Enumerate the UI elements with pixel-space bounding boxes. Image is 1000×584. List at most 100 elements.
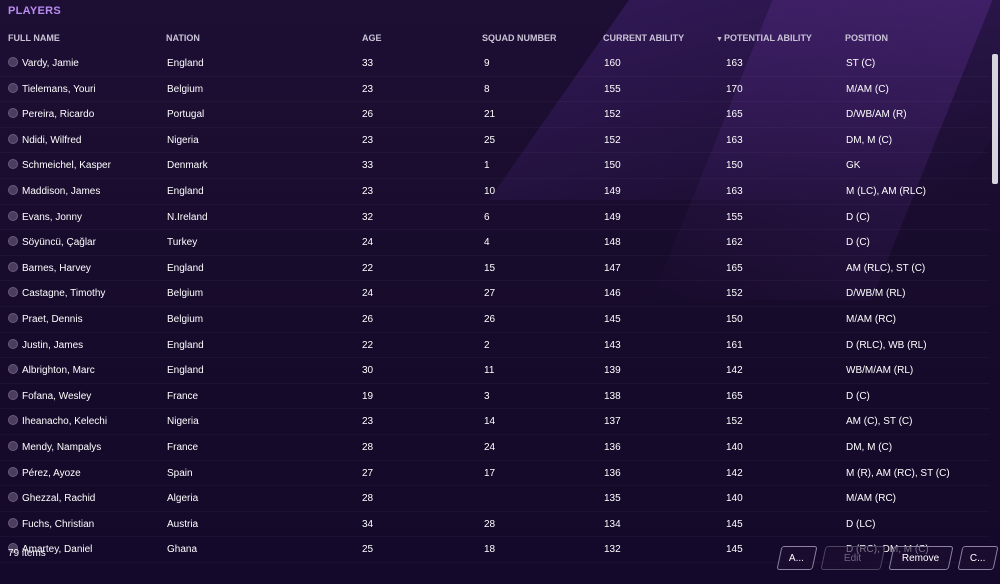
player-avatar-icon [8, 517, 18, 528]
column-header-nation[interactable]: NATION [166, 33, 200, 43]
player-name-cell[interactable]: Pereira, Ricardo [22, 109, 94, 120]
table-row[interactable]: Praet, Dennis Belgium 26 26 145 150 M/AM (RC) [0, 307, 990, 333]
column-header-age[interactable]: AGE [362, 33, 382, 43]
player-name-cell[interactable]: Ndidi, Wilfred [22, 135, 81, 146]
potential-ability-cell: 140 [726, 493, 743, 505]
potential-ability-cell: 163 [726, 58, 743, 69]
column-header-potential-ability[interactable]: ▼POTENTIAL ABILITY [716, 33, 812, 43]
edit-button-label: Edit [844, 552, 862, 564]
table-row[interactable]: Pérez, Ayoze Spain 27 17 136 142 M (R), AM (RC… [0, 461, 990, 487]
column-header-position[interactable]: POSITION [845, 33, 888, 43]
potential-ability-cell: 162 [726, 237, 743, 249]
player-name-cell[interactable]: Söyüncü, Çağlar [22, 237, 96, 248]
column-header-squad-number[interactable]: SQUAD NUMBER [482, 33, 557, 43]
current-ability-cell: 135 [604, 493, 621, 505]
nation-cell: N.Ireland [167, 211, 208, 223]
player-avatar-icon [8, 466, 18, 477]
table-row[interactable]: Mendy, Nampalys France 28 24 136 140 DM, M (C) [0, 435, 990, 461]
nation-cell: Belgium [167, 288, 204, 300]
table-row[interactable]: Fuchs, Christian Austria 34 28 134 145 D (LC) [0, 512, 990, 538]
age-cell: 23 [362, 416, 374, 428]
age-cell: 28 [362, 441, 374, 453]
table-row[interactable]: Albrighton, Marc England 30 11 139 142 WB/M/AM… [0, 358, 990, 384]
player-name-cell[interactable]: Praet, Dennis [22, 314, 83, 325]
player-name-cell[interactable]: Fofana, Wesley [22, 391, 91, 402]
table-row[interactable]: Barnes, Harvey England 22 15 147 165 AM (RLC),… [0, 256, 990, 282]
squad-number-cell: 27 [484, 288, 496, 300]
current-ability-cell: 136 [604, 441, 621, 453]
position-cell: M (R), AM (RC), ST (C) [846, 467, 950, 479]
table-row[interactable]: Vardy, Jamie England 33 9 160 163 ST (C) [0, 51, 990, 77]
position-cell: D/WB/M (RL) [846, 288, 906, 300]
potential-ability-cell: 145 [726, 518, 743, 530]
more-button[interactable]: C... [957, 546, 999, 570]
player-avatar-icon [8, 57, 18, 67]
table-row[interactable]: Tielemans, Youri Belgium 23 8 155 170 M/AM (C) [0, 77, 990, 103]
nation-cell: Denmark [167, 160, 208, 172]
table-row[interactable]: Ghezzal, Rachid Algeria 28 135 140 M/AM (RC) [0, 486, 990, 512]
column-header-full-name[interactable]: FULL NAME [8, 33, 60, 43]
squad-number-cell: 24 [484, 441, 496, 453]
scrollbar[interactable] [992, 54, 998, 184]
player-name-cell[interactable]: Vardy, Jamie [22, 58, 79, 69]
squad-number-cell: 17 [484, 467, 496, 479]
add-button[interactable]: A... [776, 546, 818, 570]
current-ability-cell: 136 [604, 467, 621, 479]
table-row[interactable]: Fofana, Wesley France 19 3 138 165 D (C) [0, 384, 990, 410]
player-name-cell[interactable]: Castagne, Timothy [22, 288, 105, 299]
nation-cell: Nigeria [167, 416, 199, 428]
player-name-cell[interactable]: Barnes, Harvey [22, 263, 91, 274]
player-name-cell[interactable]: Fuchs, Christian [22, 519, 94, 530]
potential-ability-cell: 165 [726, 262, 743, 274]
table-row[interactable]: Iheanacho, Kelechi Nigeria 23 14 137 152 AM (C… [0, 409, 990, 435]
table-row[interactable]: Pereira, Ricardo Portugal 26 21 152 165 D/WB/A… [0, 102, 990, 128]
table-row[interactable]: Castagne, Timothy Belgium 24 27 146 152 D/WB/M… [0, 281, 990, 307]
nation-cell: England [167, 262, 204, 274]
age-cell: 24 [362, 288, 374, 300]
player-name-cell[interactable]: Maddison, James [22, 186, 100, 197]
nation-cell: Belgium [167, 83, 204, 95]
squad-number-cell: 25 [484, 134, 496, 146]
current-ability-cell: 152 [604, 109, 621, 121]
potential-ability-cell: 161 [726, 339, 743, 351]
player-avatar-icon [8, 312, 18, 323]
table-row[interactable]: Maddison, James England 23 10 149 163 M (LC), … [0, 179, 990, 205]
table-row[interactable]: Söyüncü, Çağlar Turkey 24 4 148 162 D (C) [0, 230, 990, 256]
edit-button[interactable]: Edit [820, 546, 886, 570]
age-cell: 22 [362, 339, 374, 351]
add-button-label: A... [789, 552, 805, 564]
current-ability-cell: 147 [604, 262, 621, 274]
player-name-cell[interactable]: Schmeichel, Kasper [22, 160, 111, 171]
table-row[interactable]: Evans, Jonny N.Ireland 32 6 149 155 D (C) [0, 205, 990, 231]
position-cell: M/AM (RC) [846, 493, 896, 505]
player-name-cell[interactable]: Ghezzal, Rachid [22, 493, 95, 504]
position-cell: AM (RLC), ST (C) [846, 262, 926, 274]
player-avatar-icon [8, 133, 18, 144]
nation-cell: Nigeria [167, 134, 199, 146]
player-name-cell[interactable]: Tielemans, Youri [22, 84, 96, 95]
player-name-cell[interactable]: Evans, Jonny [22, 212, 82, 223]
column-header-current-ability[interactable]: CURRENT ABILITY [603, 33, 684, 43]
player-name-cell[interactable]: Mendy, Nampalys [22, 442, 101, 453]
current-ability-cell: 146 [604, 288, 621, 300]
age-cell: 32 [362, 211, 374, 223]
player-name-cell[interactable]: Pérez, Ayoze [22, 468, 81, 479]
table-row[interactable]: Ndidi, Wilfred Nigeria 23 25 152 163 DM, M (C) [0, 128, 990, 154]
remove-button[interactable]: Remove [888, 546, 954, 570]
player-avatar-icon [8, 82, 18, 93]
player-avatar-icon [8, 261, 18, 272]
player-table: Vardy, Jamie England 33 9 160 163 ST (C) Tielem… [0, 51, 990, 563]
table-row[interactable]: Justin, James England 22 2 143 161 D (RLC), WB… [0, 333, 990, 359]
age-cell: 24 [362, 237, 374, 249]
player-avatar-icon [8, 287, 18, 298]
nation-cell: Turkey [167, 237, 198, 249]
nation-cell: France [167, 441, 199, 453]
nation-cell: England [167, 185, 204, 197]
potential-ability-cell: 163 [726, 185, 743, 197]
player-name-cell[interactable]: Justin, James [22, 340, 83, 351]
player-name-cell[interactable]: Albrighton, Marc [22, 365, 95, 376]
nation-cell: Ghana [167, 544, 198, 556]
player-name-cell[interactable]: Iheanacho, Kelechi [22, 416, 107, 427]
table-row[interactable]: Schmeichel, Kasper Denmark 33 1 150 150 GK [0, 153, 990, 179]
potential-ability-cell: 165 [726, 109, 743, 121]
